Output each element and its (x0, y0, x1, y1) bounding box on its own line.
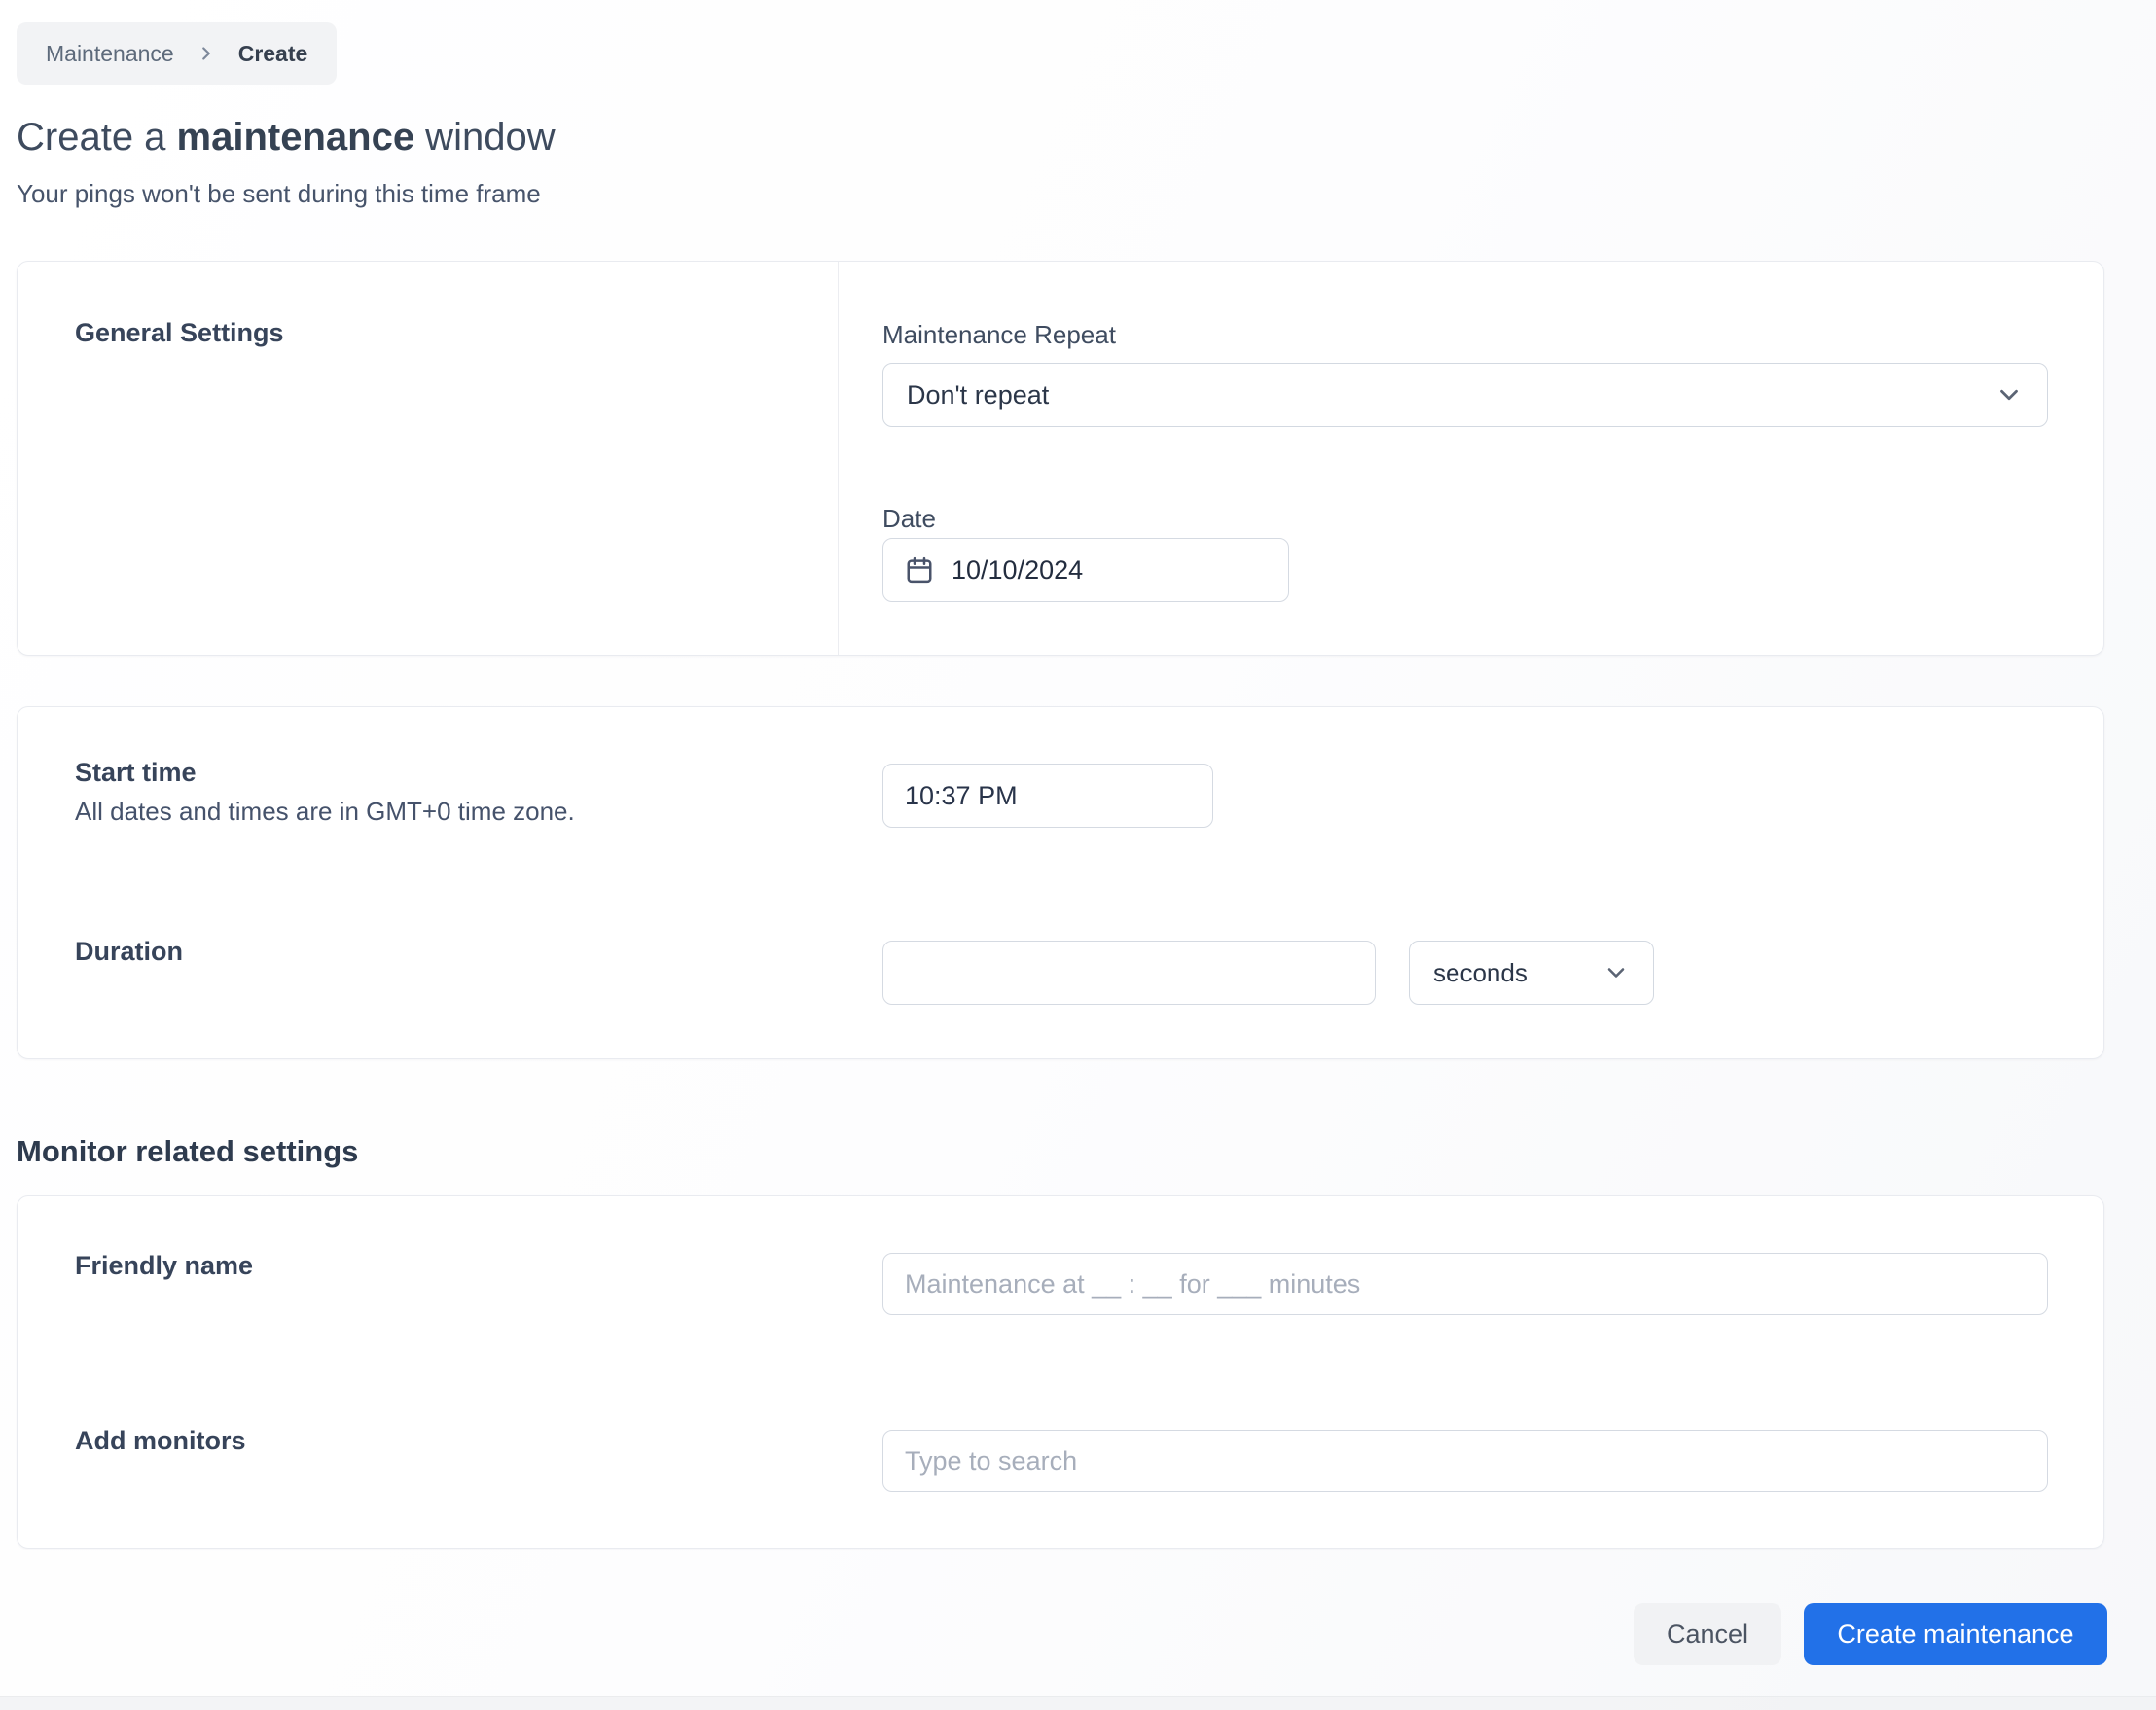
date-label: Date (882, 504, 936, 533)
page-subtitle: Your pings won't be sent during this tim… (17, 179, 541, 208)
breadcrumb-item-create: Create (237, 40, 308, 66)
page-title-prefix: Create a (17, 116, 177, 159)
card-divider (838, 262, 839, 655)
page-title-emphasis: maintenance (176, 116, 415, 159)
page-title-suffix: window (414, 116, 556, 159)
date-value: 10/10/2024 (952, 554, 1084, 585)
friendly-name-label: Friendly name (75, 1251, 254, 1280)
create-maintenance-button[interactable]: Create maintenance (1804, 1603, 2107, 1665)
maintenance-repeat-value: Don't repeat (907, 379, 1050, 410)
calendar-icon (905, 555, 934, 585)
date-input[interactable]: 10/10/2024 (882, 538, 1289, 602)
friendly-name-input[interactable] (882, 1253, 2048, 1315)
page-bottom-edge (0, 1696, 2156, 1710)
chevron-right-icon (196, 43, 217, 64)
duration-unit-select[interactable]: seconds (1409, 941, 1654, 1005)
breadcrumb: Maintenance Create (17, 22, 338, 85)
breadcrumb-item-maintenance[interactable]: Maintenance (46, 41, 174, 67)
monitor-settings-heading: Monitor related settings (17, 1134, 359, 1168)
maintenance-repeat-label: Maintenance Repeat (882, 320, 1116, 349)
page-title: Create a maintenance window (17, 113, 556, 161)
duration-input[interactable] (882, 941, 1376, 1005)
add-monitors-label: Add monitors (75, 1426, 246, 1455)
duration-unit-value: seconds (1433, 957, 1527, 987)
duration-label: Duration (75, 937, 183, 966)
chevron-down-icon (1994, 380, 2024, 410)
chevron-down-icon (1602, 959, 1630, 986)
maintenance-repeat-select[interactable]: Don't repeat (882, 363, 2048, 427)
create-maintenance-page: Maintenance Create Create a maintenance … (0, 0, 2156, 1710)
timezone-hint: All dates and times are in GMT+0 time zo… (75, 797, 575, 826)
start-time-label: Start time (75, 758, 197, 787)
general-settings-card: General Settings Maintenance Repeat Don'… (17, 261, 2104, 656)
cancel-button[interactable]: Cancel (1634, 1603, 1781, 1665)
general-settings-title: General Settings (75, 318, 284, 347)
monitor-settings-card: Friendly name Add monitors (17, 1195, 2104, 1549)
timing-card: Start time All dates and times are in GM… (17, 706, 2104, 1059)
add-monitors-input[interactable] (882, 1430, 2048, 1492)
start-time-input[interactable] (882, 764, 1213, 828)
